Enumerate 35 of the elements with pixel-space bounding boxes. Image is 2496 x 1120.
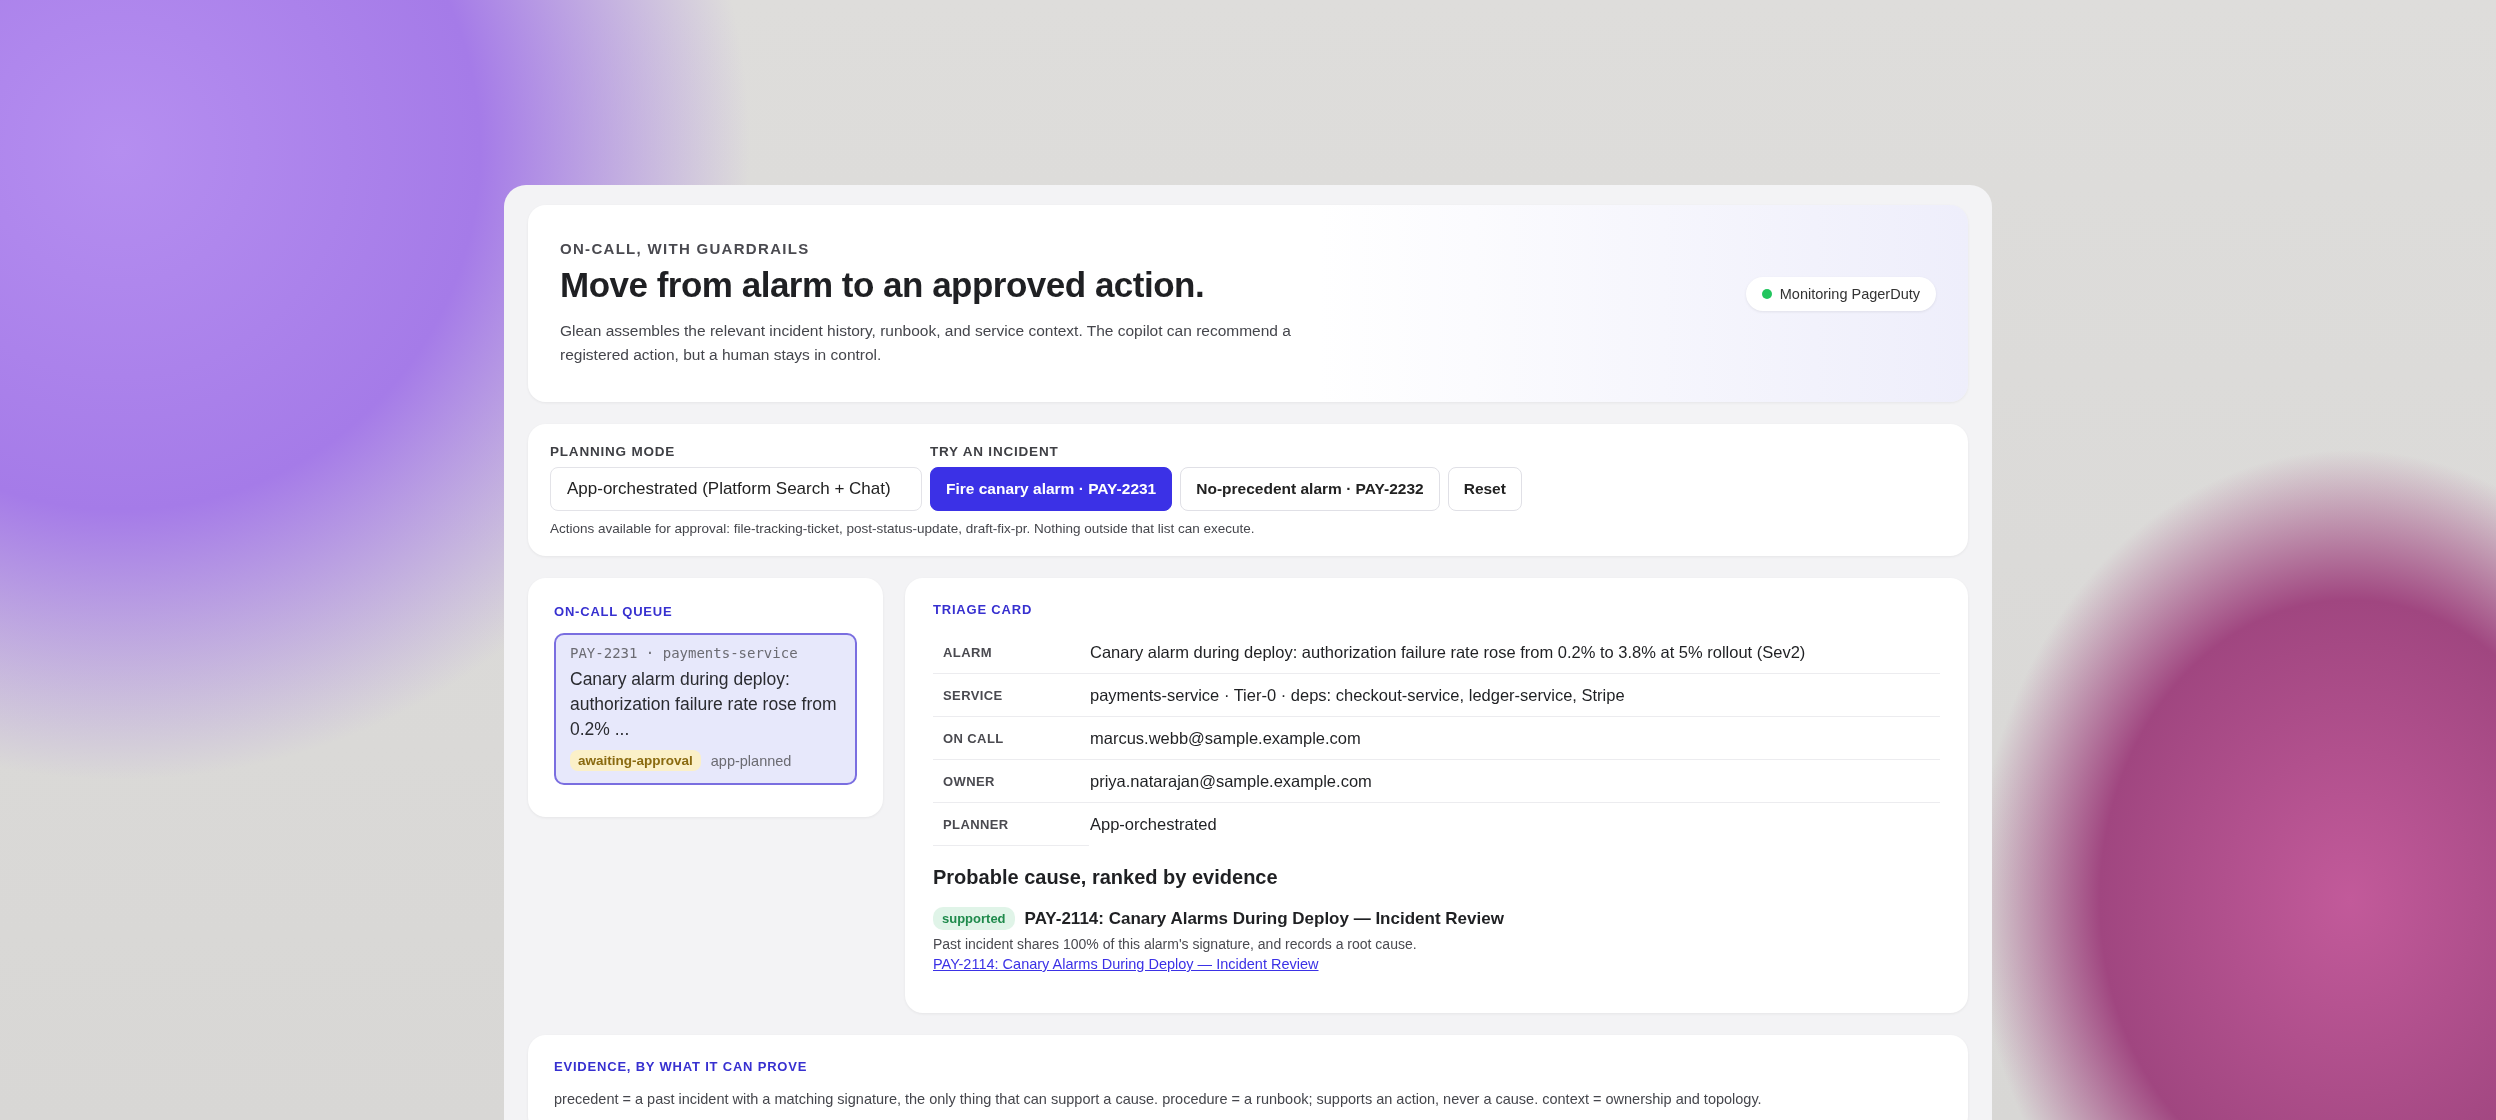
field-label: PLANNER: [933, 802, 1089, 846]
cause-heading: Probable cause, ranked by evidence: [933, 866, 1279, 889]
eyebrow-label: ON-CALL, WITH GUARDRAILS: [560, 240, 811, 257]
page-description: Glean assembles the relevant incident history, runbook, and service context. The copilot can recommend a registered action, but a human stays in control.: [560, 321, 1292, 365]
queue-item[interactable]: PAY-2231 · payments-service Canary alarm during deploy: authorization failure rate rose from 0.2% ... awaiting-approval app-planned: [554, 633, 857, 785]
cause-link[interactable]: PAY-2114: Canary Alarms During Deploy — Incident Review: [933, 956, 1319, 972]
field-label: ON CALL: [933, 716, 1089, 760]
field-label: SERVICE: [933, 673, 1089, 717]
field-label: PLANNING MODE: [550, 444, 677, 459]
field-value: marcus.webb@sample.example.com: [1089, 716, 1940, 760]
page-title: Move from alarm to an approved action.: [560, 265, 1206, 305]
section-title: ON-CALL QUEUE: [554, 604, 674, 619]
evidence-text: precedent = a past incident with a matching signature, the only thing that can support a cause. procedure = a runbook; supports an action, never a cause. context = ownership and topology.: [554, 1090, 1763, 1109]
field-label: ALARM: [933, 631, 1089, 674]
field-value: payments-service · Tier-0 · deps: checkout-service, ledger-service, Stripe: [1089, 673, 1940, 717]
reset-button[interactable]: Reset: [1447, 467, 1522, 511]
cause-reason: Past incident shares 100% of this alarm's signature, and records a root cause.: [933, 936, 1418, 952]
incident-meta: PAY-2231 · payments-service: [570, 645, 799, 661]
incident-button[interactable]: No-precedent alarm · PAY-2232: [1180, 467, 1440, 511]
incident-button[interactable]: Fire canary alarm · PAY-2231: [930, 467, 1173, 511]
field-label: OWNER: [933, 759, 1089, 803]
cause-title: PAY-2114: Canary Alarms During Deploy — Incident Review: [1024, 908, 1504, 929]
planner-label: app-planned: [710, 752, 792, 769]
field-value: App-orchestrated: [1089, 802, 1940, 846]
incident-summary: Canary alarm during deploy: authorization failure rate rose from 0.2% ...: [570, 668, 838, 741]
evidence-badge: supported: [933, 907, 1015, 930]
section-label: TRY AN INCIDENT: [930, 444, 1060, 459]
field-value: priya.natarajan@sample.example.com: [1089, 759, 1940, 803]
status-tag: awaiting-approval: [570, 750, 701, 771]
planning-mode-select[interactable]: App-orchestrated (Platform Search + Chat): [550, 467, 922, 511]
section-title: TRIAGE CARD: [933, 602, 1034, 617]
actions-note: Actions available for approval: file-tracking-ticket, post-status-update, draft-fix-pr. Nothing outside that list can execute.: [550, 521, 1256, 536]
field-value: Canary alarm during deploy: authorization failure rate rose from 0.2% to 3.8% at 5% rollout (Sev2): [1089, 631, 1940, 674]
status-label: Monitoring PagerDuty: [1779, 285, 1920, 302]
section-title: EVIDENCE, BY WHAT IT CAN PROVE: [554, 1059, 809, 1074]
